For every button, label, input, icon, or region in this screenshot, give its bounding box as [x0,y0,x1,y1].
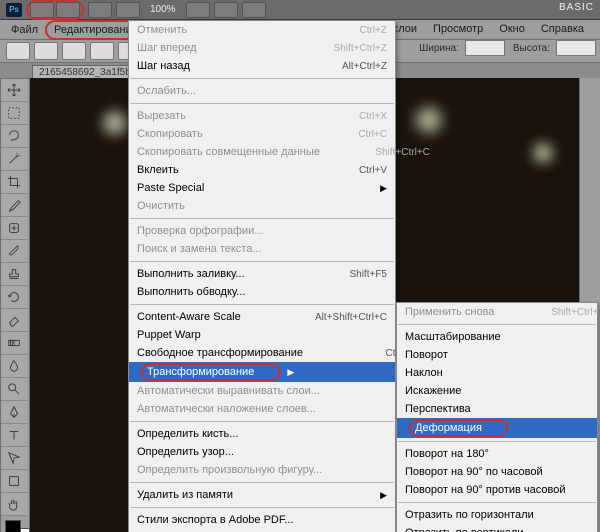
top-icon-2[interactable] [56,2,80,18]
menu-fade[interactable]: Ослабить... [129,82,395,100]
menu-free-transform[interactable]: Свободное трансформированиеCtrl+T [129,344,395,362]
brush-tool-icon[interactable] [1,240,27,263]
menu-paste-special[interactable]: Paste Special▶ [129,179,395,197]
top-icon-7[interactable] [242,2,266,18]
color-swatches[interactable] [1,516,29,532]
height-label: Высота: [513,43,550,54]
menu-puppet-warp[interactable]: Puppet Warp [129,326,395,344]
menubar-right: 3D-слои Просмотр Окно Справка [367,19,600,38]
transform-highlight: Трансформирование [141,363,280,381]
menu-auto-blend[interactable]: Автоматически наложение слоев... [129,400,395,418]
menu-file[interactable]: Файл [4,22,45,38]
history-brush-tool-icon[interactable] [1,286,27,309]
hand-tool-icon[interactable] [1,493,27,516]
marquee-tool-icon[interactable] [1,102,27,125]
width-label: Ширина: [419,43,459,54]
eraser-tool-icon[interactable] [1,309,27,332]
wand-tool-icon[interactable] [1,148,27,171]
workspace-label[interactable]: BASIC [559,2,594,13]
submenu-rotate[interactable]: Поворот [397,346,597,364]
submenu-rotate-90cw[interactable]: Поворот на 90° по часовой [397,463,597,481]
menu-define-brush[interactable]: Определить кисть... [129,425,395,443]
edit-dropdown: ОтменитьCtrl+Z Шаг впередShift+Ctrl+Z Ша… [128,20,396,532]
menu-auto-align[interactable]: Автоматически выравнивать слои... [129,382,395,400]
tool-preset-icon[interactable] [6,42,30,60]
menu-define-shape[interactable]: Определить произвольную фигуру... [129,461,395,479]
menu-clear[interactable]: Очистить [129,197,395,215]
submenu-perspective[interactable]: Перспектива [397,400,597,418]
ps-logo-icon: Ps [6,3,22,17]
top-icon-4[interactable] [116,2,140,18]
pen-tool-icon[interactable] [1,401,27,424]
menu-fill[interactable]: Выполнить заливку...Shift+F5 [129,265,395,283]
eyedropper-tool-icon[interactable] [1,194,27,217]
menu-cut[interactable]: ВырезатьCtrl+X [129,107,395,125]
menu-step-forward[interactable]: Шаг впередShift+Ctrl+Z [129,39,395,57]
menu-help[interactable]: Справка [533,21,592,37]
menu-find-replace[interactable]: Поиск и замена текста... [129,240,395,258]
crop-tool-icon[interactable] [1,171,27,194]
submenu-rotate-90ccw[interactable]: Поворот на 90° против часовой [397,481,597,499]
height-field[interactable] [556,40,596,56]
toolbox [0,78,30,532]
menu-purge[interactable]: Удалить из памяти▶ [129,486,395,504]
opt-icon-1[interactable] [34,42,58,60]
submenu-flip-horizontal[interactable]: Отразить по горизонтали [397,506,597,524]
top-icon-6[interactable] [214,2,238,18]
lasso-tool-icon[interactable] [1,125,27,148]
gradient-tool-icon[interactable] [1,332,27,355]
highlighted-top-icons [26,0,84,20]
top-icon-5[interactable] [186,2,210,18]
submenu-distort[interactable]: Искажение [397,382,597,400]
menu-copy-merged[interactable]: Скопировать совмещенные данныеShift+Ctrl… [129,143,395,161]
opt-icon-3[interactable] [90,42,114,60]
type-tool-icon[interactable] [1,424,27,447]
menu-content-aware-scale[interactable]: Content-Aware ScaleAlt+Shift+Ctrl+C [129,308,395,326]
shape-tool-icon[interactable] [1,470,27,493]
icon-topbar: Ps 100% BASIC [0,0,600,20]
opt-icon-2[interactable] [62,42,86,60]
heal-tool-icon[interactable] [1,217,27,240]
foreground-color-icon[interactable] [5,520,21,532]
path-tool-icon[interactable] [1,447,27,470]
menu-transform[interactable]: Трансформирование ▶ [129,362,395,382]
menu-copy[interactable]: СкопироватьCtrl+C [129,125,395,143]
menu-step-backward[interactable]: Шаг назадAlt+Ctrl+Z [129,57,395,75]
move-tool-icon[interactable] [1,79,27,102]
menu-window[interactable]: Окно [491,21,533,37]
width-field[interactable] [465,40,505,56]
background-color-icon[interactable] [14,528,30,532]
submenu-flip-vertical[interactable]: Отразить по вертикали [397,524,597,532]
options-right: Ширина: Высота: [415,40,596,56]
submenu-again[interactable]: Применить сноваShift+Ctrl+T [397,303,597,321]
zoom-percent[interactable]: 100% [150,4,176,15]
stamp-tool-icon[interactable] [1,263,27,286]
submenu-warp[interactable]: Деформация [397,418,597,438]
submenu-scale[interactable]: Масштабирование [397,328,597,346]
dodge-tool-icon[interactable] [1,378,27,401]
menu-define-pattern[interactable]: Определить узор... [129,443,395,461]
menu-undo[interactable]: ОтменитьCtrl+Z [129,21,395,39]
submenu-rotate-180[interactable]: Поворот на 180° [397,445,597,463]
menu-view[interactable]: Просмотр [425,21,491,37]
menu-pdf-presets[interactable]: Стили экспорта в Adobe PDF... [129,511,395,529]
blur-tool-icon[interactable] [1,355,27,378]
warp-highlight: Деформация [409,419,508,437]
transform-submenu: Применить сноваShift+Ctrl+T Масштабирова… [396,302,598,532]
top-icon-3[interactable] [88,2,112,18]
submenu-skew[interactable]: Наклон [397,364,597,382]
menu-spellcheck[interactable]: Проверка орфографии... [129,222,395,240]
menu-paste[interactable]: ВклеитьCtrl+V [129,161,395,179]
top-icon-1[interactable] [30,2,54,18]
menu-stroke[interactable]: Выполнить обводку... [129,283,395,301]
